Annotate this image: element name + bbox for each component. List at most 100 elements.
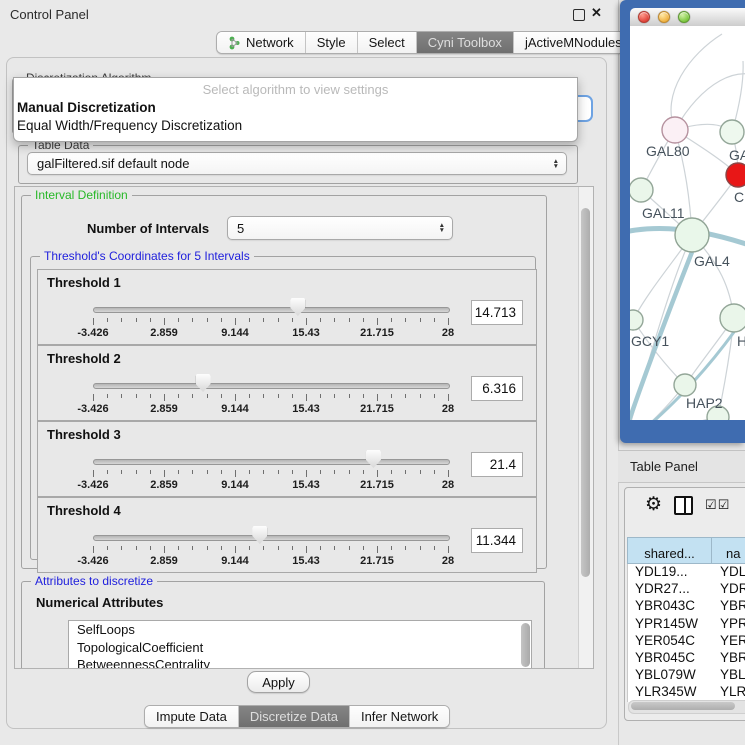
slider-tick [448,394,449,401]
mac-close-icon[interactable] [638,11,650,23]
slider-track[interactable] [93,459,450,465]
node-gal80[interactable] [662,117,688,143]
split-columns-icon[interactable] [674,496,693,515]
attribute-list-item[interactable]: SelfLoops [69,621,531,639]
table-row[interactable]: YBR043CYBR0 [628,598,745,615]
label-partial-c: C [734,189,744,205]
table-row[interactable]: YPR145WYPR1 [628,616,745,633]
table-horizontal-scrollbar[interactable] [628,700,745,714]
settings-scrollbar[interactable] [578,187,593,668]
cell-shared-name: YER054C [628,633,713,650]
tab-style[interactable]: Style [306,32,358,53]
combo-arrows-icon: ▲▼ [553,159,559,169]
attribute-list-item[interactable]: BetweennessCentrality [69,656,531,669]
scale-label: 21.715 [349,479,405,491]
tab-network[interactable]: Network [217,32,306,53]
table-data-combo[interactable]: galFiltered.sif default node ▲▼ [27,152,567,175]
slider-tick [107,470,108,474]
table-toolbar: ⚙ ☑ ☑ [625,488,745,522]
network-canvas[interactable]: GAL80GAL11GAL4GCY1HAP2GACH [630,26,745,420]
scale-label: 28 [420,327,476,339]
table-row[interactable]: YBL079WYBL0 [628,667,745,684]
slider-handle[interactable] [252,526,267,544]
threshold-row-1: Threshold 1-3.4262.8599.14415.4321.71528… [37,269,537,345]
number-of-intervals-spinner[interactable]: 5 ▲▼ [227,216,453,240]
tab-jactivemnodules[interactable]: jActiveMNodules [514,32,633,53]
threshold-row-4: Threshold 4-3.4262.8599.14415.4321.71528… [37,497,537,573]
apply-button[interactable]: Apply [247,671,310,693]
tab-cyni-toolbox[interactable]: Cyni Toolbox [417,32,514,53]
bottom-tab-discretize-data[interactable]: Discretize Data [239,706,350,727]
slider-track[interactable] [93,307,450,313]
table-row[interactable]: YER054CYER0 [628,633,745,650]
table-row[interactable]: YLR345WYLR3 [628,684,745,701]
bottom-tab-impute-data[interactable]: Impute Data [145,706,239,727]
table-body[interactable]: YDL19...YDL1YDR27...YDR2YBR043CYBR0YPR14… [627,564,745,702]
column-header-name[interactable]: na [712,537,745,564]
slider-handle[interactable] [196,374,211,392]
slider-tick [405,394,406,398]
node-partial-right[interactable] [720,304,745,332]
threshold-value-field[interactable]: 11.344 [471,528,523,553]
table-row[interactable]: YBR045CYBR0 [628,650,745,667]
interval-definition-title: Interval Definition [31,188,132,202]
node-gcy1[interactable] [630,310,643,330]
checkbox-icon[interactable]: ☑ [705,497,717,513]
slider-tick [249,318,250,322]
slider-tick [363,394,364,398]
slider-tick [306,470,307,477]
slider-tick [136,546,137,550]
slider-tick [192,394,193,398]
slider-tick [150,318,151,322]
cell-shared-name: YBL079W [628,667,713,684]
mac-zoom-icon[interactable] [678,11,690,23]
column-header-shared-name[interactable]: shared... [627,537,712,564]
threshold-value-field[interactable]: 6.316 [471,376,523,401]
node-red-selected[interactable] [726,163,745,187]
table-row[interactable]: YDL19...YDL1 [628,564,745,581]
attribute-list-item[interactable]: TopologicalCoefficient [69,639,531,657]
gear-icon[interactable]: ⚙ [645,496,662,514]
network-window-titlebar[interactable] [630,8,745,27]
threshold-value-field[interactable]: 21.4 [471,452,523,477]
node-gal11[interactable] [630,178,653,202]
slider-tick [334,546,335,550]
close-icon[interactable]: ✕ [591,5,602,21]
slider-tick [320,318,321,322]
slider-tick [278,318,279,322]
slider-tick [150,546,151,550]
float-window-icon[interactable] [573,9,585,21]
threshold-value-field[interactable]: 14.713 [471,300,523,325]
numerical-attributes-list[interactable]: SelfLoopsTopologicalCoefficientBetweenne… [68,620,532,669]
algorithm-option-manual[interactable]: Manual Discretization [17,100,156,115]
node-hap2[interactable] [674,374,696,396]
scale-label: 2.859 [136,555,192,567]
slider-tick [448,470,449,477]
slider-track[interactable] [93,535,450,541]
slider-tick [107,546,108,550]
algorithm-option-equal-width[interactable]: Equal Width/Frequency Discretization [17,118,242,133]
attributes-group: Attributes to discretize Numerical Attri… [21,581,545,669]
hscroll-thumb[interactable] [631,702,735,710]
table-row[interactable]: YDR27...YDR2 [628,581,745,598]
scrollbar-thumb[interactable] [581,208,590,577]
checkbox-icon[interactable]: ☑ [718,497,730,513]
slider-tick [334,470,335,474]
node-gal4[interactable] [675,218,709,252]
list-scrollbar[interactable] [521,623,530,667]
slider-tick [107,318,108,322]
node-partial-top-right[interactable] [720,120,744,144]
bottom-tab-infer-network[interactable]: Infer Network [350,706,449,727]
cell-name: YDL1 [713,564,745,581]
mac-minimize-icon[interactable] [658,11,670,23]
slider-handle[interactable] [290,298,305,316]
slider-tick [349,546,350,550]
scale-label: 15.43 [278,479,334,491]
cell-shared-name: YBR043C [628,598,713,615]
tab-label: Network [246,35,294,50]
slider-track[interactable] [93,383,450,389]
threshold-label: Threshold 4 [47,503,121,518]
slider-tick [207,394,208,398]
slider-handle[interactable] [366,450,381,468]
tab-select[interactable]: Select [358,32,417,53]
